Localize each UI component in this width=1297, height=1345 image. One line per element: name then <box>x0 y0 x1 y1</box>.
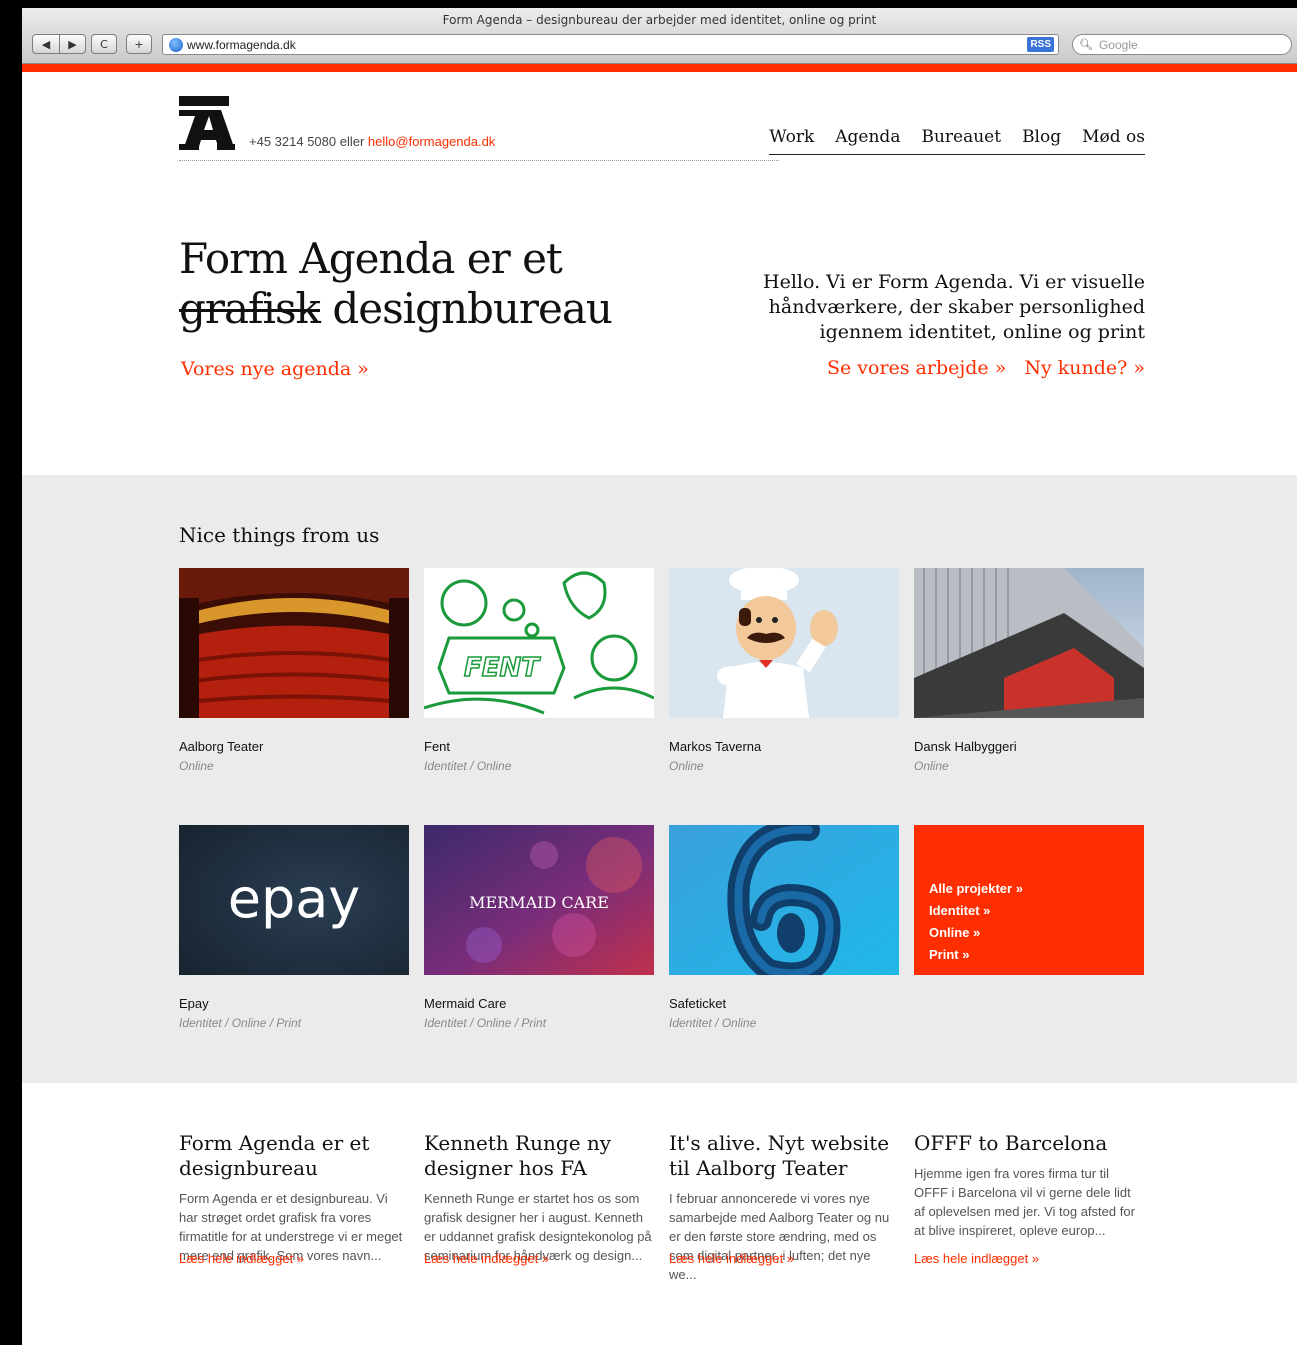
phone-number: +45 3214 5080 <box>249 134 337 149</box>
project-name[interactable]: Fent <box>424 739 654 754</box>
identity-link[interactable]: Identitet » <box>929 900 1144 922</box>
post-title[interactable]: Kenneth Runge ny designer hos FA <box>424 1131 654 1181</box>
blog-post: Form Agenda er et designbureau Form Agen… <box>179 1131 409 1265</box>
contact-info: +45 3214 5080 eller hello@formagenda.dk <box>249 134 495 149</box>
project-tags: Identitet / Online <box>669 1016 757 1030</box>
browser-toolbar: Form Agenda – designbureau der arbejder … <box>22 8 1297 64</box>
fent-thumbnail[interactable]: FENT <box>424 568 654 718</box>
building-thumbnail[interactable] <box>914 568 1144 718</box>
epay-logo-text: epay <box>228 867 361 930</box>
project-name[interactable]: Aalborg Teater <box>179 739 409 754</box>
project-name[interactable]: Mermaid Care <box>424 996 654 1011</box>
read-more-link[interactable]: Læs hele indlægget » <box>914 1251 1039 1266</box>
project-tags: Identitet / Online / Print <box>424 1016 547 1030</box>
project-tags: Online <box>914 759 949 773</box>
browser-window: Form Agenda – designbureau der arbejder … <box>22 8 1297 1345</box>
project-name[interactable]: Safeticket <box>669 996 899 1011</box>
headline-line2: designbureau <box>319 284 613 333</box>
see-work-link[interactable]: Se vores arbejde » <box>827 357 1006 379</box>
search-placeholder: Google <box>1098 37 1138 52</box>
post-excerpt: I februar annoncerede vi vores nye samar… <box>669 1191 890 1282</box>
address-bar[interactable]: www.formagenda.dk RSS <box>162 34 1059 55</box>
project-tile-aalborg-teater[interactable]: Aalborg Teater Online <box>179 568 409 773</box>
fent-logo-text: FENT <box>464 653 541 683</box>
add-bookmark-button[interactable]: + <box>126 34 152 54</box>
project-name[interactable]: Dansk Halbyggeri <box>914 739 1144 754</box>
project-tile-markos-taverna[interactable]: Markos Taverna Online <box>669 568 899 773</box>
read-more-link[interactable]: Læs hele indlægget » <box>179 1251 304 1266</box>
project-filter-box: Alle projekter » Identitet » Online » Pr… <box>914 825 1144 975</box>
header-divider <box>179 160 779 161</box>
nav-mod-os[interactable]: Mød os <box>1082 127 1145 147</box>
chef-thumbnail[interactable] <box>669 568 899 718</box>
globe-icon <box>169 37 183 52</box>
new-client-link[interactable]: Ny kunde? » <box>1024 357 1145 379</box>
read-more-link[interactable]: Læs hele indlægget » <box>669 1251 794 1266</box>
all-projects-link[interactable]: Alle projekter » <box>929 878 1144 900</box>
nav-agenda[interactable]: Agenda <box>835 127 900 147</box>
project-tile-mermaid-care[interactable]: MERMAID CARE Mermaid Care Identitet / On… <box>424 825 654 1030</box>
headline-struck-word: grafisk <box>179 284 321 333</box>
project-tags: Identitet / Online / Print <box>179 1016 302 1030</box>
accent-strip <box>22 64 1297 72</box>
page-headline: Form Agenda er et grafisk designbureau <box>179 234 613 334</box>
post-title[interactable]: It's alive. Nyt website til Aalborg Teat… <box>669 1131 899 1181</box>
project-tags: Identitet / Online <box>424 759 512 773</box>
post-excerpt: Hjemme igen fra vores firma tur til OFFF… <box>914 1166 1135 1238</box>
search-input[interactable]: 🔍︎ Google <box>1072 34 1292 55</box>
search-icon: 🔍︎ <box>1079 39 1093 51</box>
intro-tagline: Hello. Vi er Form Agenda. Vi er visuelle… <box>763 271 1145 343</box>
url-text: www.formagenda.dk <box>187 37 296 52</box>
project-name[interactable]: Markos Taverna <box>669 739 899 754</box>
project-tile-dansk-halbyggeri[interactable]: Dansk Halbyggeri Online <box>914 568 1144 773</box>
contact-or: eller <box>336 134 368 149</box>
page: +45 3214 5080 eller hello@formagenda.dk … <box>22 72 1297 1345</box>
intro-links: Se vores arbejde » Ny kunde? » <box>827 357 1145 379</box>
post-title[interactable]: Form Agenda er et designbureau <box>179 1131 409 1181</box>
site-header: +45 3214 5080 eller hello@formagenda.dk … <box>179 72 1145 182</box>
reload-button[interactable]: C <box>91 34 117 54</box>
project-tile-safeticket[interactable]: Safeticket Identitet / Online <box>669 825 899 1030</box>
main-nav: Work Agenda Bureauet Blog Mød os <box>769 127 1145 155</box>
headline-line1: Form Agenda er et <box>179 234 563 283</box>
new-agenda-link[interactable]: Vores nye agenda » <box>181 358 369 380</box>
read-more-link[interactable]: Læs hele indlægget » <box>424 1251 549 1266</box>
project-name[interactable]: Epay <box>179 996 409 1011</box>
mermaid-logo-text: MERMAID CARE <box>469 893 609 912</box>
post-title[interactable]: OFFF to Barcelona <box>914 1131 1144 1156</box>
safeticket-thumbnail[interactable] <box>669 825 899 975</box>
nav-work[interactable]: Work <box>769 127 814 147</box>
blog-section: Form Agenda er et designbureau Form Agen… <box>179 1083 1145 1345</box>
work-section: Nice things from us Aalborg Teater Onlin… <box>22 475 1297 1083</box>
back-button[interactable]: ◀ <box>32 34 60 54</box>
theater-thumbnail[interactable] <box>179 568 409 718</box>
online-link[interactable]: Online » <box>929 922 1144 944</box>
work-title: Nice things from us <box>179 523 380 547</box>
epay-thumbnail[interactable]: epay <box>179 825 409 975</box>
intro-section: Form Agenda er et grafisk designbureau V… <box>179 182 1145 475</box>
project-tile-fent[interactable]: FENT Fent Identitet / Online <box>424 568 654 773</box>
project-tags: Online <box>669 759 704 773</box>
nav-bureauet[interactable]: Bureauet <box>921 127 1001 147</box>
blog-post: OFFF to Barcelona Hjemme igen fra vores … <box>914 1131 1144 1240</box>
mermaid-thumbnail[interactable]: MERMAID CARE <box>424 825 654 975</box>
print-link[interactable]: Print » <box>929 944 1144 966</box>
logo-icon[interactable] <box>179 96 235 150</box>
rss-button[interactable]: RSS <box>1027 37 1054 52</box>
nav-blog[interactable]: Blog <box>1022 127 1061 147</box>
project-tags: Online <box>179 759 214 773</box>
project-tile-epay[interactable]: epay Epay Identitet / Online / Print <box>179 825 409 1030</box>
forward-button[interactable]: ▶ <box>60 34 86 54</box>
window-title: Form Agenda – designbureau der arbejder … <box>442 13 877 27</box>
email-link[interactable]: hello@formagenda.dk <box>368 134 495 149</box>
blog-post: Kenneth Runge ny designer hos FA Kenneth… <box>424 1131 654 1265</box>
